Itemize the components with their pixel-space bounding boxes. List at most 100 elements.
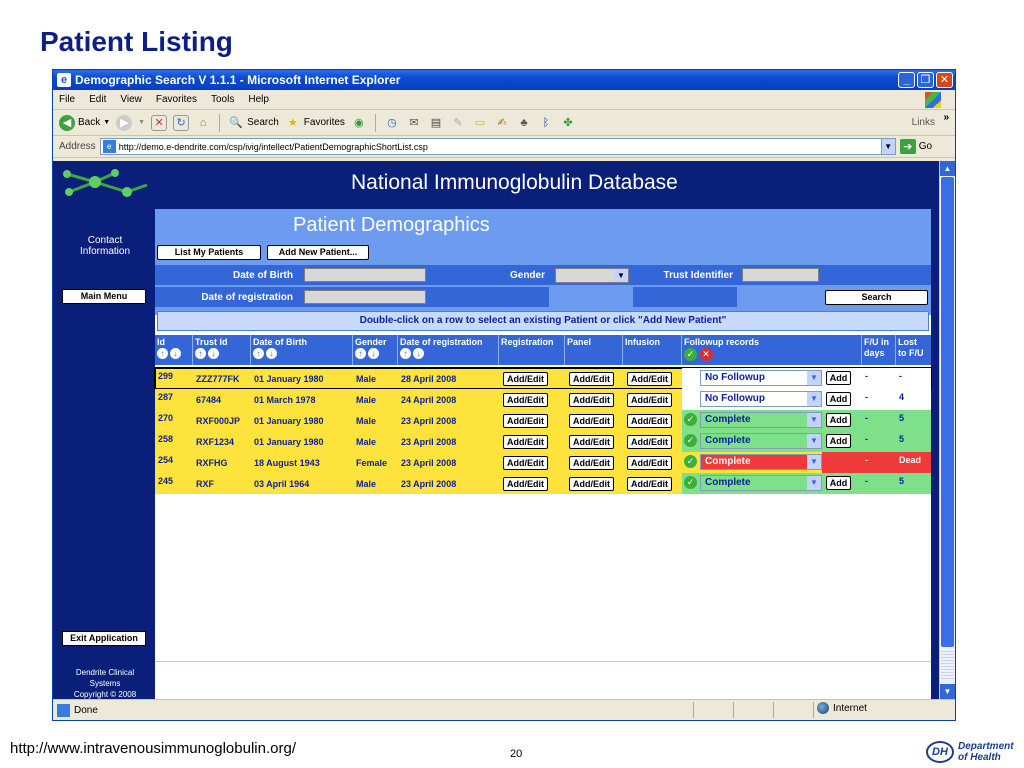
col-registration-date[interactable]: Date of registration ↑ ↓	[398, 335, 499, 365]
registration-add-edit-button[interactable]: Add/Edit	[503, 371, 548, 386]
cell-lost: -	[896, 368, 931, 389]
links-label[interactable]: Links	[912, 117, 935, 128]
address-input[interactable]: e http://demo.e-dendrite.com/csp/ivig/in…	[99, 138, 896, 155]
infusion-add-edit-button[interactable]: Add/Edit	[627, 476, 672, 491]
menu-favorites[interactable]: Favorites	[156, 94, 197, 105]
col-id[interactable]: Id ↑ ↓	[155, 335, 193, 365]
table-row[interactable]: 254 RXFHG 18 August 1943 Female 23 April 200…	[155, 452, 931, 473]
dh-logo-mark: DH	[926, 741, 954, 763]
table-row[interactable]: 270 RXF000JP 01 January 1980 Male 23 April 2…	[155, 410, 931, 431]
col-fu-days: F/U in days	[862, 335, 896, 365]
menu-help[interactable]: Help	[248, 94, 269, 105]
home-icon[interactable]: ⌂	[195, 115, 211, 131]
filter-row-2: Date of registration Search	[155, 287, 931, 307]
links-chevron-icon[interactable]: »	[943, 112, 949, 123]
cell-reg: 23 April 2008	[401, 478, 457, 489]
history-icon[interactable]: ◷	[384, 115, 400, 131]
followup-select[interactable]: Complete ▼	[700, 412, 822, 428]
panel-add-edit-button[interactable]: Add/Edit	[569, 434, 614, 449]
col-trust-id[interactable]: Trust Id ↑ ↓	[193, 335, 251, 365]
search-button[interactable]: Search	[825, 290, 928, 305]
cancel-x-icon: ✕	[699, 348, 713, 361]
trust-identifier-input[interactable]	[742, 268, 819, 282]
cell-dob: 01 January 1980	[254, 415, 324, 426]
registration-add-edit-button[interactable]: Add/Edit	[503, 434, 548, 449]
exit-application-button[interactable]: Exit Application	[62, 631, 146, 646]
cell-gender: Male	[356, 436, 377, 447]
scroll-down-icon[interactable]: ▼	[940, 684, 955, 699]
add-followup-button[interactable]: Add	[826, 434, 851, 448]
search-button[interactable]: 🔍 Search	[228, 115, 279, 131]
gender-filter-select[interactable]: ▼	[555, 268, 629, 283]
favorites-button[interactable]: ★ Favorites	[285, 115, 345, 131]
complete-tick-icon: ✓	[684, 434, 697, 447]
panel-add-edit-button[interactable]: Add/Edit	[569, 413, 614, 428]
internet-globe-icon	[817, 702, 829, 714]
col-gender[interactable]: Gender ↑ ↓	[353, 335, 398, 365]
panel-add-edit-button[interactable]: Add/Edit	[569, 455, 614, 470]
dob-filter-input[interactable]	[304, 268, 426, 282]
infusion-add-edit-button[interactable]: Add/Edit	[627, 455, 672, 470]
panel-add-edit-button[interactable]: Add/Edit	[569, 392, 614, 407]
address-dropdown-icon[interactable]: ▼	[880, 139, 895, 154]
sort-down-icon: ↓	[208, 348, 219, 359]
infusion-add-edit-button[interactable]: Add/Edit	[627, 371, 672, 386]
registration-add-edit-button[interactable]: Add/Edit	[503, 392, 548, 407]
table-row[interactable]: 245 RXF 03 April 1964 Male 23 April 2008 Add/…	[155, 473, 931, 494]
vertical-scrollbar[interactable]: ▲ ▼	[939, 161, 955, 699]
add-followup-button[interactable]: Add	[826, 413, 851, 427]
research-icon[interactable]: ✍	[494, 115, 510, 131]
infusion-add-edit-button[interactable]: Add/Edit	[627, 434, 672, 449]
scroll-up-icon[interactable]: ▲	[940, 161, 955, 176]
main-menu-button[interactable]: Main Menu	[62, 289, 146, 304]
print-icon[interactable]: ▤	[428, 115, 444, 131]
registration-add-edit-button[interactable]: Add/Edit	[503, 455, 548, 470]
menu-file[interactable]: File	[59, 94, 75, 105]
add-new-patient-button[interactable]: Add New Patient...	[267, 245, 369, 260]
maximize-button[interactable]: ❐	[917, 72, 934, 88]
media-icon[interactable]: ◉	[351, 115, 367, 131]
stop-icon[interactable]: ✕	[151, 114, 168, 131]
followup-select[interactable]: Complete ▼	[700, 475, 822, 491]
back-button[interactable]: ◀ Back ▼	[59, 114, 110, 131]
ie-page-icon: e	[57, 73, 71, 87]
followup-select[interactable]: No Followup ▼	[700, 391, 822, 407]
table-row[interactable]: 299 ZZZ777FK 01 January 1980 Male 28 April 2…	[154, 367, 932, 390]
list-my-patients-button[interactable]: List My Patients	[157, 245, 261, 260]
forward-icon[interactable]: ▶	[116, 114, 133, 131]
followup-select[interactable]: No Followup ▼	[700, 370, 822, 386]
table-row[interactable]: 258 RXF1234 01 January 1980 Male 23 April 20…	[155, 431, 931, 452]
gender-dropdown-icon: ▼	[614, 269, 628, 282]
edit-icon[interactable]: ✎	[450, 115, 466, 131]
refresh-icon[interactable]: ↻	[173, 114, 190, 131]
add-followup-button[interactable]: Add	[826, 476, 851, 490]
table-row[interactable]: 287 67484 01 March 1978 Male 24 April 2008 Ad…	[155, 389, 931, 410]
add-followup-button[interactable]: Add	[826, 371, 851, 385]
registration-add-edit-button[interactable]: Add/Edit	[503, 476, 548, 491]
add-followup-button[interactable]: Add	[826, 392, 851, 406]
contact-information-link[interactable]: Contact Information	[55, 235, 155, 257]
menu-tools[interactable]: Tools	[211, 94, 234, 105]
registration-add-edit-button[interactable]: Add/Edit	[503, 413, 548, 428]
infusion-add-edit-button[interactable]: Add/Edit	[627, 413, 672, 428]
footer-url[interactable]: http://www.intravenousimmunoglobulin.org…	[10, 740, 296, 757]
close-button[interactable]: ✕	[936, 72, 953, 88]
followup-select[interactable]: Complete ▼	[700, 433, 822, 449]
cell-fu-days: -	[862, 431, 896, 452]
mail-icon[interactable]: ✉	[406, 115, 422, 131]
messenger-icon[interactable]: ♣	[516, 115, 532, 131]
menu-edit[interactable]: Edit	[89, 94, 106, 105]
panel-add-edit-button[interactable]: Add/Edit	[569, 476, 614, 491]
followup-select[interactable]: Complete ▼	[700, 454, 822, 470]
menu-view[interactable]: View	[120, 94, 142, 105]
panel-add-edit-button[interactable]: Add/Edit	[569, 371, 614, 386]
go-button[interactable]: ➔ Go	[899, 139, 932, 154]
infusion-add-edit-button[interactable]: Add/Edit	[627, 392, 672, 407]
web-page: National Immunoglobulin Database Contact…	[53, 161, 939, 699]
registration-filter-input[interactable]	[304, 290, 426, 304]
discuss-icon[interactable]: ▭	[472, 115, 488, 131]
col-dob[interactable]: Date of Birth ↑ ↓	[251, 335, 353, 365]
bluetooth-icon[interactable]: ᛒ	[538, 115, 554, 131]
tools-icon[interactable]: ✤	[560, 115, 576, 131]
minimize-button[interactable]: _	[898, 72, 915, 88]
